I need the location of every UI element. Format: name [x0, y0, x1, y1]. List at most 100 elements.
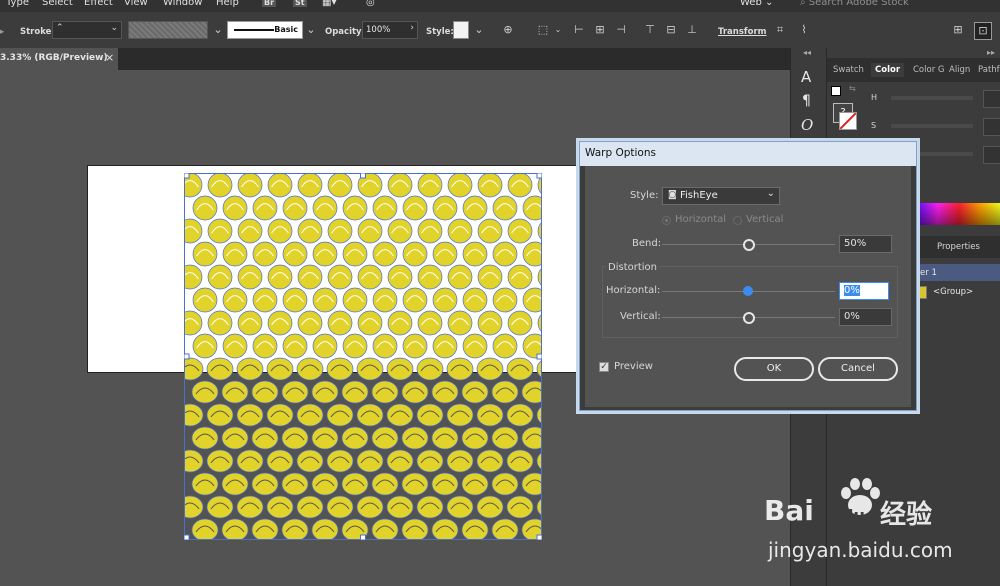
pattern-scale [266, 403, 294, 427]
preview-checkbox[interactable]: ✓ [599, 362, 609, 372]
arrange-documents-icon[interactable]: ▦▾ [322, 0, 336, 8]
chevron-down-icon[interactable]: ⌄ [471, 22, 487, 38]
stroke-weight-field[interactable]: ⌃ ⌄ [52, 21, 122, 39]
pattern-scale [446, 357, 474, 381]
saturation-field[interactable] [983, 118, 1000, 136]
stock-icon[interactable]: St [293, 0, 307, 7]
fill-indicator[interactable]: ▸ [0, 27, 4, 37]
arrange-icon[interactable]: ⊞ [950, 22, 966, 38]
align-to-icon[interactable]: ⬚ [535, 22, 551, 38]
isolate-icon[interactable]: ⌗ [772, 22, 788, 38]
brightness-field[interactable] [983, 146, 1000, 164]
selection-handle[interactable] [184, 173, 190, 179]
hue-slider[interactable] [891, 96, 973, 100]
menu-help[interactable]: Help [216, 0, 239, 8]
tab-color-guide[interactable]: Color G [913, 65, 944, 75]
pattern-scale [342, 241, 368, 267]
chevron-down-icon[interactable]: ⌄ [767, 188, 775, 199]
horizontal-distortion-thumb[interactable] [743, 286, 753, 296]
align-center-icon[interactable]: ⊞ [592, 22, 608, 38]
chevron-down-icon[interactable]: ⌄ [110, 23, 118, 33]
selection-handle[interactable] [184, 353, 190, 360]
pattern-scale [417, 264, 443, 290]
selection-handle[interactable] [360, 173, 366, 179]
tab-pathfinder[interactable]: Pathf [978, 65, 1000, 75]
align-top-icon[interactable]: ⊤ [642, 22, 658, 38]
warp-options-dialog: Warp Options Style: ◙ FishEye ⌄ Horizont… [579, 141, 917, 411]
layer-row[interactable]: yer 1 [915, 264, 1000, 281]
vertical-distortion-field[interactable]: 0% [839, 308, 892, 326]
cancel-button[interactable]: Cancel [818, 357, 898, 381]
pattern-scale [282, 333, 308, 359]
menu-window[interactable]: Window [163, 0, 202, 8]
tab-properties[interactable]: Properties [937, 242, 980, 252]
menu-effect[interactable]: Effect [84, 0, 113, 8]
horizontal-radio[interactable] [662, 216, 671, 225]
horizontal-distortion-field[interactable]: 0% [839, 282, 889, 300]
brush-stroke-preview [234, 29, 274, 31]
pattern-scale [236, 449, 264, 473]
color-spectrum[interactable] [917, 203, 1000, 225]
workspace-switcher[interactable]: Web ⌄ [740, 0, 773, 8]
pattern-scale [476, 357, 504, 381]
bend-slider-thumb[interactable] [742, 239, 755, 251]
variable-width-profile[interactable] [128, 21, 208, 39]
tab-swatches[interactable]: Swatch [833, 65, 864, 75]
ok-button[interactable]: OK [734, 357, 814, 381]
selection-handle[interactable] [536, 534, 542, 540]
opacity-field[interactable]: 100% › [362, 21, 418, 39]
swap-icon[interactable]: ⇆ [849, 84, 856, 93]
menu-select[interactable]: Select [42, 0, 73, 8]
brush-definition[interactable]: Basic [227, 21, 303, 39]
pattern-scale [432, 333, 458, 359]
hue-field[interactable] [983, 90, 1000, 108]
group-row[interactable]: <Group> [915, 284, 1000, 301]
saturation-slider[interactable] [891, 124, 973, 128]
chevron-down-icon[interactable]: ⌄ [550, 22, 566, 38]
tab-align[interactable]: Align [949, 65, 970, 75]
menu-view[interactable]: View [124, 0, 148, 8]
align-middle-icon[interactable]: ⊟ [663, 22, 679, 38]
gpu-performance-icon[interactable]: ◎ [366, 0, 375, 8]
pattern-scale [462, 241, 488, 267]
edit-icon[interactable]: ⌇ [796, 22, 812, 38]
selection-handle[interactable] [536, 173, 542, 179]
collapse-icon[interactable]: ▸▸ [987, 48, 995, 57]
bend-field[interactable]: 50% [839, 235, 892, 253]
opentype-icon[interactable]: O [801, 116, 813, 134]
chevron-down-icon[interactable]: ⌄ [303, 22, 319, 38]
selection-handle[interactable] [360, 534, 366, 540]
stroke-none-icon[interactable] [839, 112, 857, 130]
character-icon[interactable]: A [801, 68, 811, 86]
align-bottom-icon[interactable]: ⊥ [684, 22, 700, 38]
vertical-distortion-thumb[interactable] [743, 312, 755, 324]
vertical-radio[interactable] [733, 216, 742, 225]
pattern-scale [236, 357, 264, 381]
close-icon[interactable]: × [105, 51, 114, 64]
paragraph-icon[interactable]: ¶ [802, 93, 811, 109]
recolor-artwork-icon[interactable]: ⊕ [500, 22, 516, 38]
tab-color[interactable]: Color [871, 63, 905, 77]
bridge-icon[interactable]: Br [262, 0, 277, 7]
style-dropdown[interactable]: ◙ FishEye ⌄ [662, 187, 780, 205]
align-left-icon[interactable]: ⊢ [571, 22, 587, 38]
chevron-down-icon[interactable]: ⌄ [210, 22, 226, 38]
distortion-label: Distortion [606, 262, 659, 273]
stepper-icon[interactable]: ⌃ [56, 23, 64, 33]
align-right-icon[interactable]: ⊣ [613, 22, 629, 38]
dialog-title-bar[interactable]: Warp Options [580, 142, 916, 166]
menu-type[interactable]: Type [6, 0, 29, 8]
default-colors-icon[interactable] [831, 86, 841, 96]
document-tab-bar [0, 48, 790, 70]
control-panel-menu-icon[interactable]: ⊡ [974, 22, 992, 40]
chevron-right-icon[interactable]: › [410, 23, 414, 33]
selection-handle[interactable] [184, 534, 190, 540]
selection-handle[interactable] [536, 353, 542, 360]
graphic-style-swatch[interactable] [453, 21, 469, 39]
pattern-scale [191, 518, 219, 540]
warped-pattern-artwork[interactable] [184, 173, 542, 540]
document-tab[interactable]: 3.33% (RGB/Preview) × [0, 48, 118, 70]
transform-link[interactable]: Transform [718, 27, 767, 37]
stock-search-input[interactable]: ⌕ Search Adobe Stock [800, 0, 909, 8]
collapse-icon[interactable]: ◂◂ [803, 48, 811, 57]
